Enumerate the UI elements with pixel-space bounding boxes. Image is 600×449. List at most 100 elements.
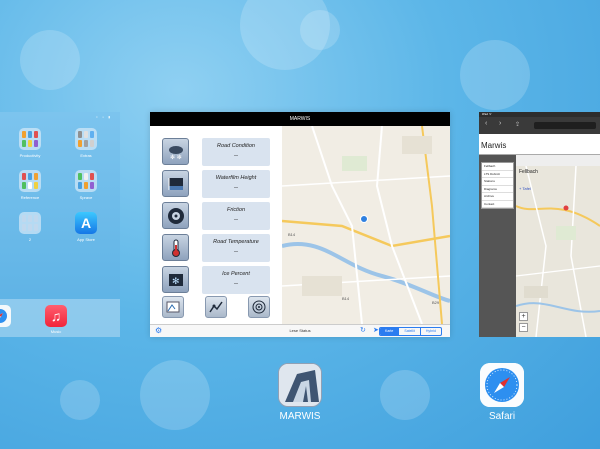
segment-satellite[interactable]: Satellit — [398, 328, 420, 335]
menu-item[interactable]: Archive — [482, 193, 513, 201]
folder-icon — [19, 128, 41, 150]
back-icon[interactable]: ‹ — [485, 120, 487, 127]
zoom-in-button[interactable]: + — [519, 312, 528, 321]
map-road-label: B14 — [288, 232, 296, 237]
wallpaper-bokeh — [20, 30, 80, 90]
tire-icon[interactable] — [162, 202, 189, 229]
map-link[interactable]: + Tafel — [519, 186, 531, 191]
status-icons: ≈ ▪ ▮ — [95, 115, 112, 119]
compass-icon — [0, 305, 11, 327]
wallpaper-bokeh — [60, 380, 100, 420]
svg-text:✻: ✻ — [172, 276, 180, 286]
app-switcher-card-home-screen[interactable]: ≈ ▪ ▮ Productivity Extras Reference Spra… — [0, 112, 120, 337]
map-road-label: B14 — [342, 296, 350, 301]
sensor-panel: ✻ ✻ Road Condition -- Waterfilm Height -… — [150, 126, 280, 324]
folder-icon — [75, 128, 97, 150]
field-title: Road Condition — [217, 143, 255, 149]
folder-icon — [75, 170, 97, 192]
friction-box: Friction -- — [202, 202, 270, 230]
folder-reference[interactable]: Reference — [0, 170, 60, 200]
ice-percent-box: Ice Percent -- — [202, 266, 270, 294]
dock-safari-app[interactable] — [0, 305, 20, 329]
marwis-app-label: MARWIS — [279, 411, 321, 422]
icon-label: Productivity — [19, 153, 41, 158]
field-value: -- — [234, 153, 238, 159]
broadcast-button[interactable] — [248, 296, 270, 318]
safari-app-icon[interactable] — [480, 363, 524, 407]
wallpaper-bokeh — [460, 40, 530, 110]
field-title: Waterfilm Height — [215, 175, 257, 181]
menu-item[interactable]: Fellbach — [482, 163, 513, 171]
field-title: Friction — [226, 207, 246, 213]
safari-app-label: Safari — [488, 411, 516, 422]
road-condition-box: Road Condition -- — [202, 138, 270, 166]
road-sensor-button[interactable] — [162, 296, 184, 318]
share-icon[interactable]: ⇪ — [515, 121, 520, 128]
browser-nav-bar: ‹ › ⇪ — [479, 117, 600, 134]
app-switcher-card-safari[interactable]: iPad ᯤ ‹ › ⇪ Marwis Fellbach LTS Dubrolt… — [479, 112, 600, 337]
app-store-app[interactable]: A App Store — [56, 212, 116, 242]
app-store-icon: A — [75, 212, 97, 234]
icon-label: Extras — [80, 153, 92, 158]
map-location-pin[interactable] — [361, 216, 367, 222]
folder-icon — [19, 212, 41, 234]
menu-item[interactable]: LTS Dubrolt — [482, 171, 513, 178]
folder-2[interactable]: 2 — [0, 212, 60, 242]
bottom-toolbar: ⚙ Lese Status ↻ ➤ Karte Satellit Hybrid — [150, 324, 450, 337]
icon-label: App Store — [77, 237, 95, 242]
site-nav-menu: Fellbach LTS Dubrolt Stations Diagrams A… — [481, 162, 514, 209]
dock-music-app[interactable]: ♫ Music — [36, 305, 76, 334]
map-place-label: Fellbach — [519, 169, 538, 175]
icon-label: Reference — [20, 195, 40, 200]
field-title: Road Temperature — [213, 239, 259, 245]
web-map[interactable] — [516, 166, 600, 337]
map-type-segmented-control: Karte Satellit Hybrid — [378, 327, 442, 336]
thermometer-icon[interactable] — [162, 234, 189, 261]
snow-cloud-icon[interactable]: ✻ ✻ — [162, 138, 189, 165]
music-note-icon: ♫ — [45, 305, 67, 327]
app-title-bar: MARWIS — [150, 112, 450, 126]
menu-item[interactable]: Diagrams — [482, 186, 513, 193]
address-bar[interactable] — [534, 122, 596, 129]
folder-productivity[interactable]: Productivity — [0, 128, 60, 158]
field-value: -- — [234, 281, 238, 287]
folder-extras[interactable]: Extras — [56, 128, 116, 158]
segment-map[interactable]: Karte — [379, 328, 399, 335]
field-title: Ice Percent — [222, 271, 250, 277]
wallpaper-bokeh — [140, 360, 210, 430]
field-value: -- — [234, 185, 238, 191]
ice-icon[interactable]: ✻ — [162, 266, 189, 293]
forward-icon[interactable]: › — [499, 120, 501, 127]
menu-item[interactable]: Contact — [482, 201, 513, 208]
field-ice-percent: ✻ Ice Percent -- — [162, 266, 272, 294]
menu-item[interactable]: Stations — [482, 178, 513, 186]
app-switcher-card-marwis[interactable]: MARWIS ✻ ✻ Road Condition -- Waterfilm H… — [150, 112, 450, 337]
field-value: -- — [234, 249, 238, 255]
map-view[interactable]: B14 B14 B29 — [282, 126, 450, 324]
map-road-label: B29 — [432, 300, 440, 305]
folder-sprave[interactable]: Sprave — [56, 170, 116, 200]
chart-button[interactable] — [205, 296, 227, 318]
refresh-icon[interactable]: ↻ — [360, 326, 366, 334]
marwis-app-icon[interactable] — [278, 363, 322, 407]
segment-hybrid[interactable]: Hybrid — [419, 328, 441, 335]
location-arrow-icon[interactable]: ➤ — [373, 326, 379, 334]
field-value: -- — [234, 217, 238, 223]
waterfilm-height-box: Waterfilm Height -- — [202, 170, 270, 198]
zoom-out-button[interactable]: − — [519, 323, 528, 332]
folder-icon — [19, 170, 41, 192]
page-title: Marwis — [481, 141, 507, 150]
dock: ♫ Music — [0, 299, 120, 337]
waterfilm-icon[interactable] — [162, 170, 189, 197]
icon-label: Sprave — [79, 195, 93, 200]
svg-text:✻ ✻: ✻ ✻ — [170, 154, 182, 161]
field-road-condition: ✻ ✻ Road Condition -- — [162, 138, 272, 166]
field-road-temperature: Road Temperature -- — [162, 234, 272, 262]
wallpaper-bokeh — [380, 370, 430, 420]
field-waterfilm-height: Waterfilm Height -- — [162, 170, 272, 198]
road-temperature-box: Road Temperature -- — [202, 234, 270, 262]
field-friction: Friction -- — [162, 202, 272, 230]
dock-label: Music — [50, 329, 62, 334]
icon-label: 2 — [28, 237, 32, 242]
wallpaper-bokeh — [300, 10, 340, 50]
